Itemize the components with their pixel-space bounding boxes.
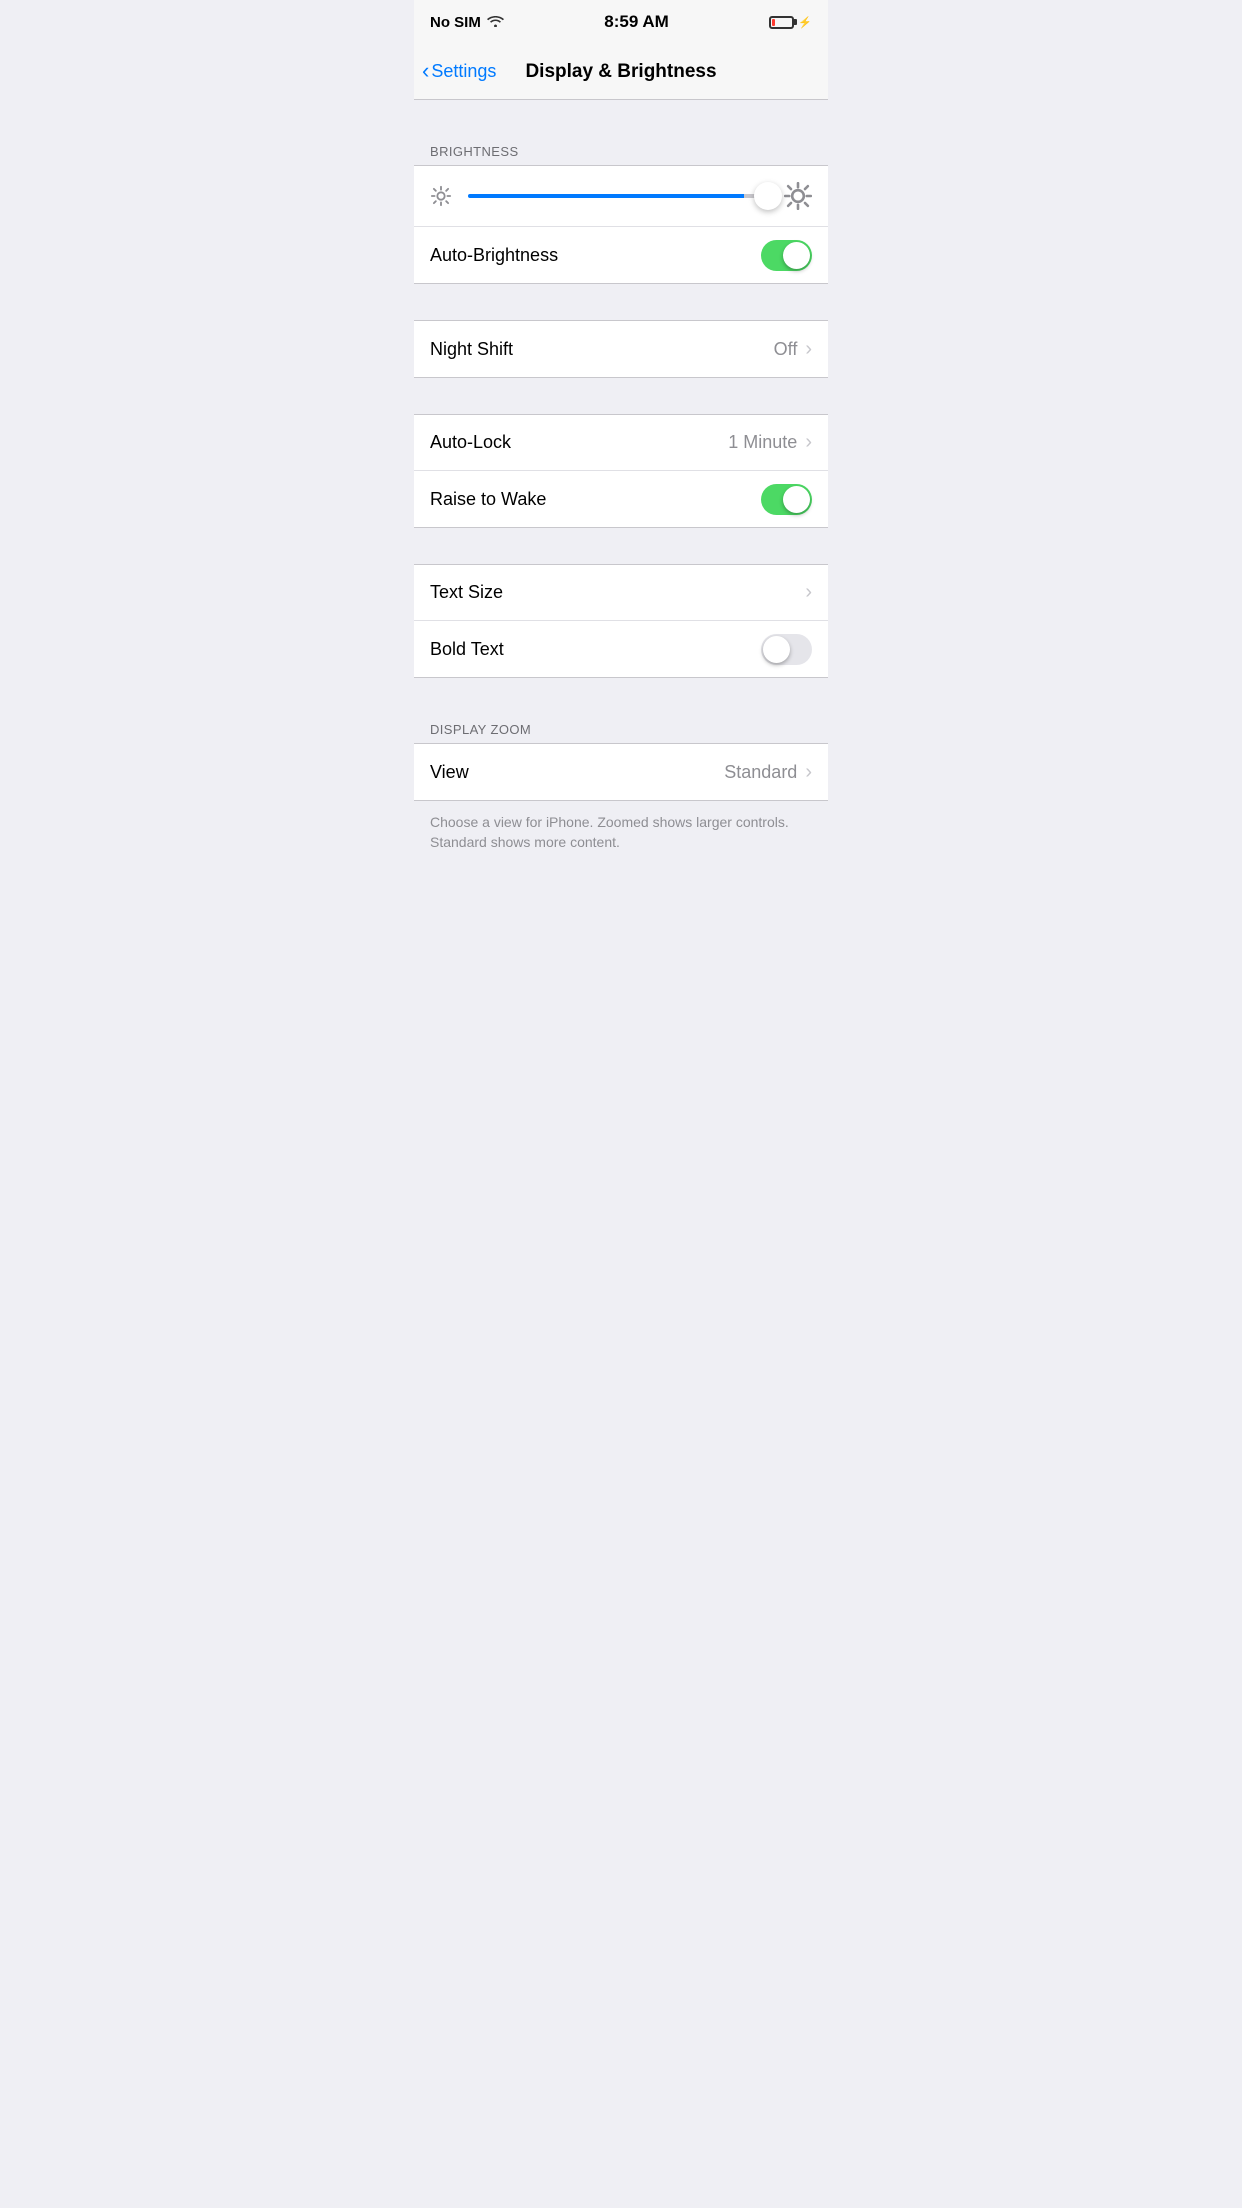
auto-brightness-toggle[interactable] [761, 240, 812, 271]
night-shift-value: Off [774, 339, 798, 360]
text-size-chevron-icon: › [805, 581, 812, 604]
section-gap-2 [414, 284, 828, 320]
status-time: 8:59 AM [604, 12, 669, 32]
view-row[interactable]: View Standard › [414, 744, 828, 800]
view-right: Standard › [724, 761, 812, 784]
footnote-text: Choose a view for iPhone. Zoomed shows l… [430, 814, 789, 850]
bold-text-row: Bold Text [414, 621, 828, 677]
auto-lock-row[interactable]: Auto-Lock 1 Minute › [414, 415, 828, 471]
auto-lock-right: 1 Minute › [728, 431, 812, 454]
night-shift-chevron-icon: › [805, 338, 812, 361]
back-chevron-icon: ‹ [422, 60, 429, 82]
page-title: Display & Brightness [525, 61, 716, 83]
text-group: Text Size › Bold Text [414, 564, 828, 678]
display-zoom-group: View Standard › [414, 743, 828, 801]
raise-to-wake-label: Raise to Wake [430, 489, 546, 510]
brightness-slider[interactable] [468, 194, 768, 198]
back-label: Settings [431, 61, 496, 82]
auto-lock-value: 1 Minute [728, 432, 797, 453]
bold-text-label: Bold Text [430, 639, 504, 660]
section-gap-5 [414, 678, 828, 714]
brightness-group: Auto-Brightness [414, 165, 828, 284]
bold-text-toggle[interactable] [761, 634, 812, 665]
view-label: View [430, 762, 469, 783]
night-shift-group: Night Shift Off › [414, 320, 828, 378]
sun-large-icon [784, 182, 812, 210]
section-gap-3 [414, 378, 828, 414]
view-value: Standard [724, 762, 797, 783]
view-chevron-icon: › [805, 761, 812, 784]
back-button[interactable]: ‹ Settings [422, 61, 496, 82]
status-left: No SIM [430, 14, 504, 31]
sun-small-icon [430, 185, 452, 207]
status-right: ⚡ [769, 16, 812, 29]
nav-bar: ‹ Settings Display & Brightness [414, 44, 828, 100]
auto-brightness-row: Auto-Brightness [414, 227, 828, 283]
display-zoom-footnote: Choose a view for iPhone. Zoomed shows l… [414, 801, 828, 864]
night-shift-label: Night Shift [430, 339, 513, 360]
display-zoom-header: DISPLAY ZOOM [414, 714, 828, 743]
brightness-slider-row [414, 166, 828, 227]
auto-lock-chevron-icon: › [805, 431, 812, 454]
section-gap-top [414, 100, 828, 136]
text-size-right: › [805, 581, 812, 604]
brightness-section-header: BRIGHTNESS [414, 136, 828, 165]
wifi-icon [487, 14, 504, 30]
auto-lock-label: Auto-Lock [430, 432, 511, 453]
autolock-group: Auto-Lock 1 Minute › Raise to Wake [414, 414, 828, 528]
charging-icon: ⚡ [798, 16, 812, 29]
section-gap-4 [414, 528, 828, 564]
carrier-label: No SIM [430, 14, 481, 31]
auto-brightness-label: Auto-Brightness [430, 245, 558, 266]
night-shift-row[interactable]: Night Shift Off › [414, 321, 828, 377]
raise-to-wake-row: Raise to Wake [414, 471, 828, 527]
night-shift-right: Off › [774, 338, 812, 361]
status-bar: No SIM 8:59 AM ⚡ [414, 0, 828, 44]
text-size-row[interactable]: Text Size › [414, 565, 828, 621]
text-size-label: Text Size [430, 582, 503, 603]
battery-icon [769, 16, 794, 29]
raise-to-wake-toggle[interactable] [761, 484, 812, 515]
